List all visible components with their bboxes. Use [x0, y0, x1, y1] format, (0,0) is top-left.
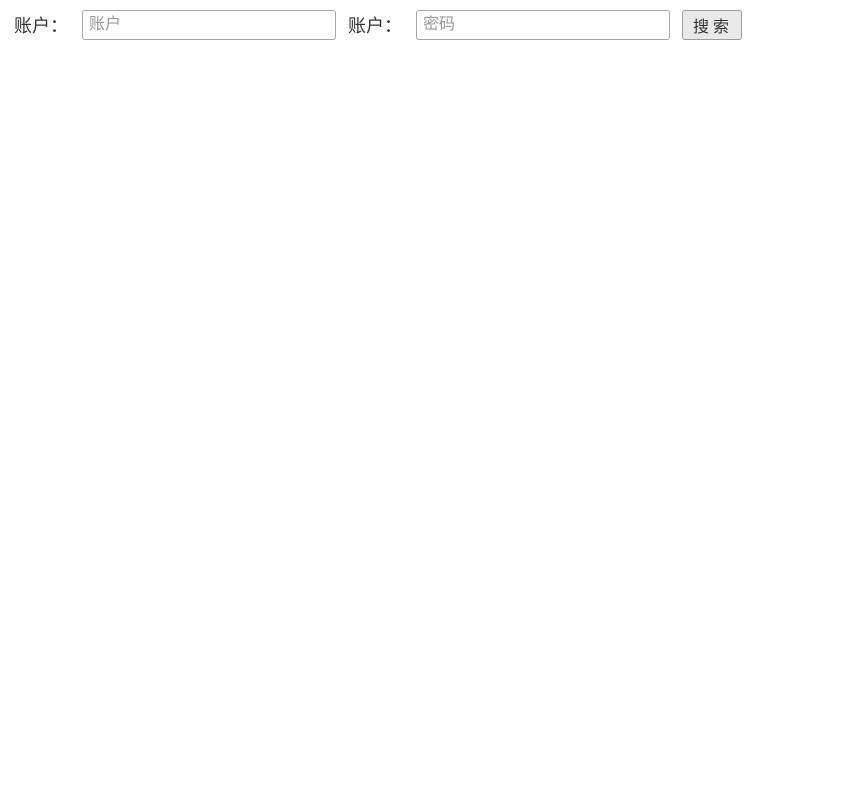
search-form-row: 账户： 账户： 搜索	[14, 10, 836, 40]
password-label: 账户：	[348, 12, 402, 38]
account-label: 账户：	[14, 12, 68, 38]
search-button[interactable]: 搜索	[682, 10, 742, 40]
account-input[interactable]	[82, 10, 336, 40]
password-input[interactable]	[416, 10, 670, 40]
